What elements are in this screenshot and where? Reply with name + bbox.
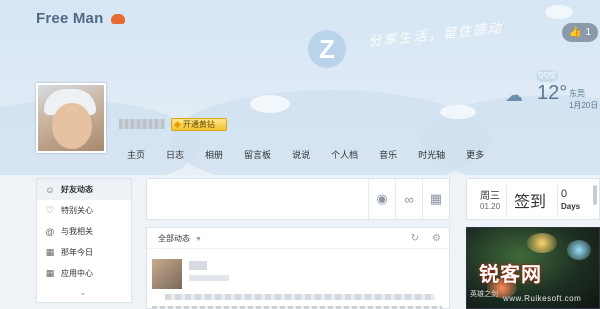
post-composer[interactable]: ◉ ∞ ▦ [146,178,450,220]
nav-item-more[interactable]: 更多 [466,148,484,161]
at-icon: @ [45,226,55,237]
checkin-weekday: 周三 [480,191,500,202]
title-badge-icon [111,14,125,24]
avatar[interactable] [36,83,106,153]
banner-cloud [250,95,290,113]
feed-header: 全部动态 ▼ ↻ ⚙ [147,228,449,249]
left-sidebar: ☺ 好友动态 ♡ 特别关心 @ 与我相关 ▦ 那年今日 ▦ 应用中心 ⌄ [36,178,132,303]
camera-icon[interactable]: ◉ [368,179,395,219]
mini-badge: QQ空间 [536,70,558,91]
feed-filter-dropdown[interactable]: 全部动态 ▼ [158,233,202,244]
user-icon: ☺ [45,184,55,195]
ad-caption: 英雄之剑 [470,291,498,298]
feed-panel: 全部动态 ▼ ↻ ⚙ [146,227,450,309]
main-nav: 主页 日志 相册 留言板 说说 个人档 音乐 时光轴 更多 [127,148,505,161]
nav-item-music[interactable]: 音乐 [379,148,397,161]
weather-date: 1月20日 [569,101,599,110]
sidebar-item-related[interactable]: @ 与我相关 [37,221,131,242]
nav-item-messageboard[interactable]: 留言板 [244,148,271,161]
flare [527,233,557,253]
vip-open-button[interactable]: ◆ 开通黄钻 [171,118,227,131]
chevron-down-icon[interactable]: ⌄ [79,287,87,298]
thumbs-up-icon: 👍 [568,27,582,38]
feed-avatar[interactable] [152,259,182,289]
composer-tools: ◉ ∞ ▦ [368,179,449,219]
like-button[interactable]: 👍 1 [562,23,598,42]
refresh-icon[interactable]: ↻ [411,233,419,244]
link-icon[interactable]: ∞ [395,179,422,219]
apps-icon: ▦ [45,268,55,278]
sidebar-item-special-care[interactable]: ♡ 特别关心 [37,200,131,221]
chevron-down-icon: ▼ [195,235,202,243]
weather-temperature: 12° [537,82,568,104]
nav-item-blog[interactable]: 日志 [166,148,184,161]
game-ad-image[interactable]: 锐客网 英雄之剑 www.Ruikesoft.com [466,227,600,309]
logo-letter: Z [319,33,335,64]
sidebar-item-friend-feed[interactable]: ☺ 好友动态 [37,179,131,200]
sidebar-item-label: 应用中心 [61,269,93,278]
weather-city: 东莞 [569,89,585,98]
space-title[interactable]: Free Man [36,10,103,27]
banner-cloud [545,5,573,19]
heart-icon: ♡ [45,205,55,215]
nav-item-timeline[interactable]: 时光轴 [418,148,445,161]
sidebar-item-label: 特别关心 [61,206,93,215]
nav-item-home[interactable]: 主页 [127,148,145,161]
calendar-icon: ▦ [45,247,55,257]
grid-icon[interactable]: ▦ [422,179,449,219]
feed-text-blurred [165,294,435,300]
nav-item-shuoshuo[interactable]: 说说 [292,148,310,161]
feed-author-blurred[interactable] [189,261,207,270]
feed-filter-label: 全部动态 [158,233,190,243]
sidebar-item-app-center[interactable]: ▦ 应用中心 [37,263,131,284]
sidebar-item-label: 与我相关 [61,227,93,236]
qzone-logo-icon: Z [308,30,346,68]
weather-widget[interactable]: ☁ 12° 东莞 1月20日 [505,82,600,115]
gear-icon[interactable]: ⚙ [432,233,441,244]
sidebar-item-label: 好友动态 [61,185,93,194]
banner-cloud [440,105,476,119]
cloud-rain-icon: ☁ [505,85,523,105]
flare [567,240,591,260]
checkin-date: 01.20 [480,202,501,211]
avatar-face [52,103,92,149]
sidebar-item-label: 那年今日 [61,248,93,257]
yellow-diamond-icon: ◆ [174,119,181,129]
sidebar-item-on-this-day[interactable]: ▦ 那年今日 [37,242,131,263]
checkin-button[interactable]: 签到 [514,188,546,212]
like-count: 1 [585,27,591,38]
divider [506,185,507,215]
vip-label: 开通黄钻 [182,120,215,129]
divider [557,185,558,215]
nav-item-album[interactable]: 相册 [205,148,223,161]
nickname-blurred[interactable] [119,119,165,129]
scrollbar[interactable] [593,185,597,205]
nav-item-profile[interactable]: 个人档 [331,148,358,161]
ad-url: www.Ruikesoft.com [503,294,582,303]
checkin-days-count: 0 [561,188,568,200]
feed-time-blurred [189,275,229,281]
checkin-days-label: Days [561,202,581,211]
checkin-widget: 周三 01.20 签到 0 Days [466,178,600,220]
watermark-text: 锐客网 [479,264,542,286]
